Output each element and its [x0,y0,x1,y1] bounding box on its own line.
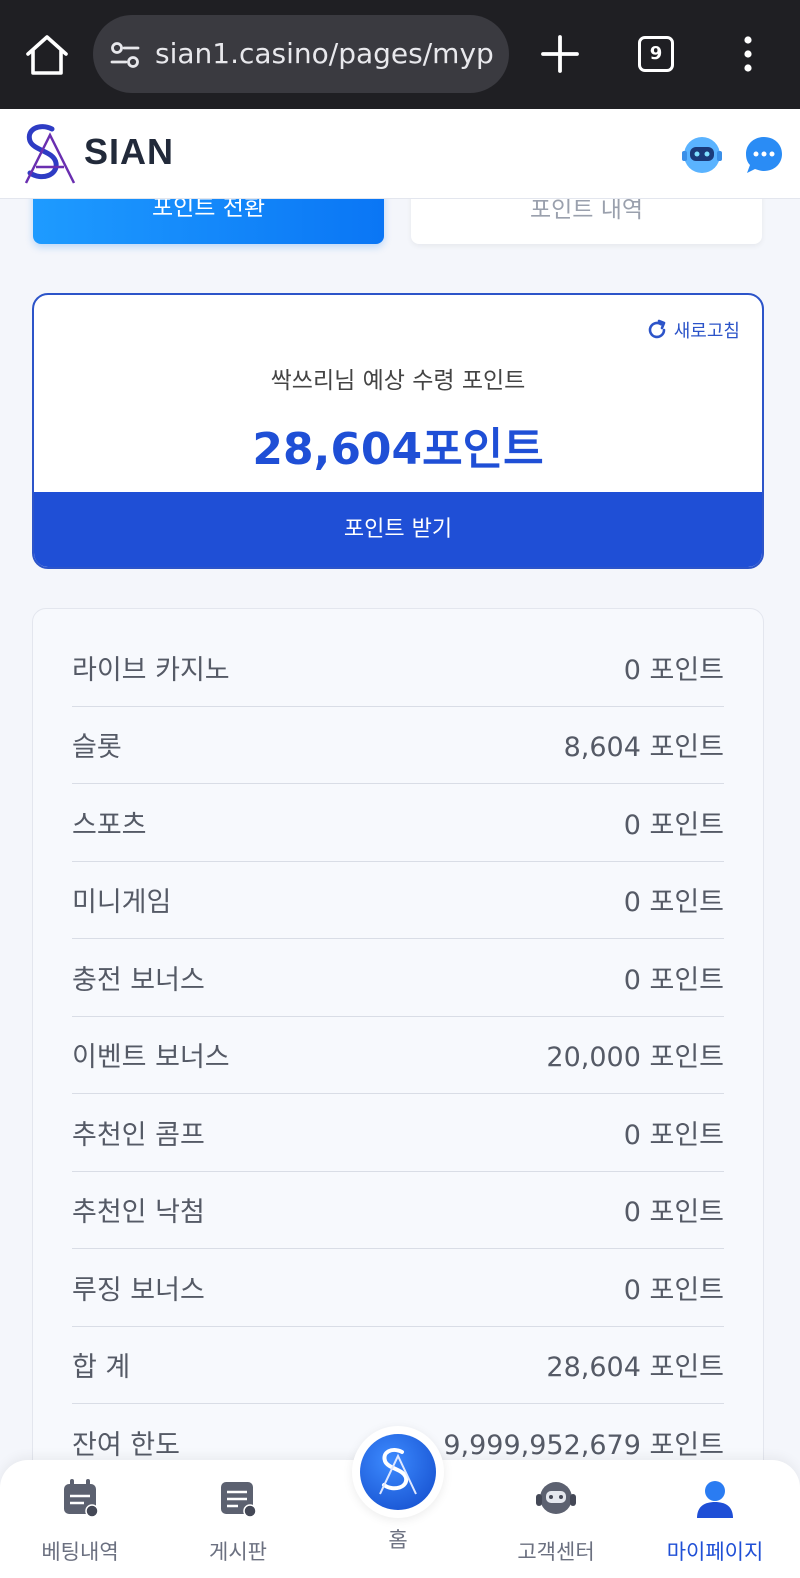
breakdown-row: 충전 보너스 0 포인트 [72,939,724,1017]
breakdown-label: 충전 보너스 [72,964,205,996]
points-breakdown: 라이브 카지노 0 포인트 슬롯 8,604 포인트 스포츠 0 포인트 미니게임 0 포인트… [32,608,764,1508]
breakdown-value: 20,000 포인트 [546,1042,724,1074]
chat-icon[interactable] [744,135,784,175]
logo-icon [379,1448,417,1495]
breakdown-label: 추천인 콤프 [72,1119,205,1151]
calendar-icon [64,1479,99,1518]
address-bar[interactable]: sian1.casino/pages/mypage [93,15,509,93]
breakdown-value: 0 포인트 [623,809,724,841]
logo-icon[interactable] [20,121,78,187]
breakdown-label: 잔여 한도 [72,1430,180,1462]
expected-points-value: 28,604포인트 [252,424,544,475]
support-bot-icon[interactable] [680,133,724,177]
nav-home[interactable] [352,1426,444,1518]
new-tab-icon[interactable] [538,32,582,76]
breakdown-label: 이벤트 보너스 [72,1042,230,1074]
nav-board[interactable]: 게시판 [178,1476,298,1566]
breakdown-value: 0 포인트 [623,887,724,919]
breakdown-row: 추천인 콤프 0 포인트 [72,1094,724,1172]
user-icon [697,1481,733,1518]
nav-mypage[interactable]: 마이페이지 [655,1476,775,1566]
home-icon[interactable] [22,32,72,78]
refresh-label: 새로고침 [673,321,740,342]
breakdown-value: 9,999,952,679 포인트 [443,1430,724,1462]
breakdown-row: 슬롯 8,604 포인트 [72,707,724,784]
breakdown-label: 슬롯 [72,732,122,764]
breakdown-value: 0 포인트 [623,964,724,996]
breakdown-value: 0 포인트 [623,654,724,686]
breakdown-list: 라이브 카지노 0 포인트 슬롯 8,604 포인트 스포츠 0 포인트 미니게임 0 포인트… [72,629,724,1482]
breakdown-value: 28,604 포인트 [546,1352,724,1384]
url-text[interactable]: sian1.casino/pages/mypage [155,37,495,70]
site-header: SIAN [0,109,800,199]
nav-home-label[interactable]: 홈 [340,1524,456,1554]
headset-icon [536,1482,576,1514]
breakdown-label: 스포츠 [72,809,147,841]
expected-points-card: 새로고침 싹쓰리님 예상 수령 포인트 28,604포인트 포인트 받기 [32,293,764,569]
refresh-icon [648,319,666,339]
breakdown-row: 합 계 28,604 포인트 [72,1327,724,1404]
home-logo [360,1434,436,1510]
browser-toolbar: sian1.casino/pages/mypage 9 [0,0,800,109]
breakdown-value: 0 포인트 [623,1274,724,1306]
breakdown-label: 추천인 낙첨 [72,1197,205,1229]
breakdown-label: 미니게임 [72,887,172,919]
more-menu-icon[interactable] [738,34,758,74]
breakdown-label: 라이브 카지노 [72,654,230,686]
nav-label: 베팅내역 [41,1540,119,1564]
site-settings-icon[interactable] [109,41,141,69]
breakdown-value: 8,604 포인트 [563,732,724,764]
expected-points-label: 싹쓰리님 예상 수령 포인트 [270,368,526,394]
breakdown-row: 스포츠 0 포인트 [72,784,724,862]
breakdown-value: 0 포인트 [623,1119,724,1151]
breakdown-row: 루징 보너스 0 포인트 [72,1249,724,1327]
nav-support[interactable]: 고객센터 [496,1476,616,1566]
breakdown-row: 이벤트 보너스 20,000 포인트 [72,1017,724,1094]
nav-label: 고객센터 [517,1540,595,1564]
breakdown-label: 루징 보너스 [72,1274,205,1306]
nav-betting[interactable]: 베팅내역 [20,1476,140,1566]
breakdown-row: 추천인 낙첨 0 포인트 [72,1172,724,1249]
breakdown-value: 0 포인트 [623,1197,724,1229]
logo-text[interactable]: SIAN [84,131,174,173]
breakdown-row: 미니게임 0 포인트 [72,862,724,939]
receive-points-button[interactable]: 포인트 받기 [34,492,762,567]
tab-switcher-button[interactable]: 9 [638,36,674,72]
breakdown-label: 합 계 [72,1352,131,1384]
nav-label: 게시판 [209,1540,267,1564]
breakdown-row: 라이브 카지노 0 포인트 [72,629,724,707]
nav-label: 마이페이지 [666,1540,764,1564]
board-icon [221,1482,257,1518]
refresh-button[interactable]: 새로고침 [646,317,740,343]
